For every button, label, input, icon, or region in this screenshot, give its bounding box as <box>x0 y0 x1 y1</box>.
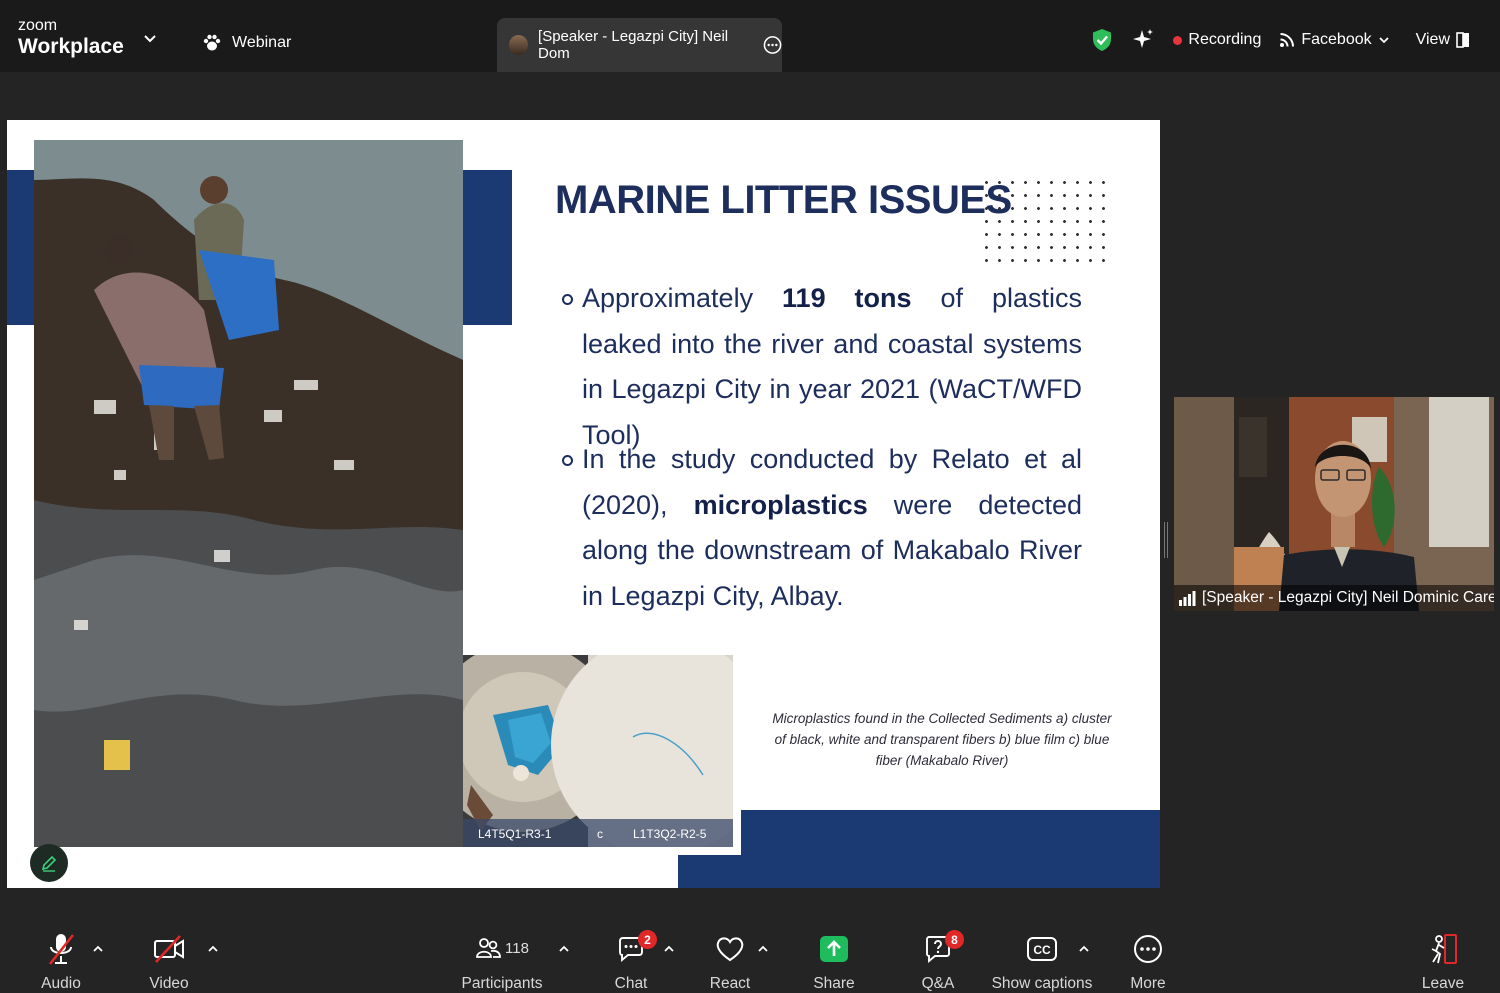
share-button[interactable]: Share <box>813 913 855 993</box>
sparkle-icon[interactable] <box>1131 28 1155 52</box>
video-camera-off-icon <box>154 934 184 963</box>
resize-handle[interactable] <box>1164 522 1168 558</box>
leave-door-icon <box>1431 933 1457 964</box>
svg-text:CC: CC <box>1033 943 1051 957</box>
chat-options-chevron-up-icon[interactable] <box>663 943 675 955</box>
slide-title: MARINE LITTER ISSUES <box>555 178 1012 222</box>
participants-count: 118 <box>505 940 529 957</box>
microphone-muted-icon <box>48 933 75 965</box>
heart-icon <box>716 936 744 961</box>
microplastic-images: L4T5Q1-R3-1 c L1T3Q2-R2-5 <box>463 655 741 855</box>
chat-label: Chat <box>614 975 648 992</box>
recording-dot <box>1173 35 1183 45</box>
more-label: More <box>1130 975 1166 992</box>
react-label: React <box>709 975 751 992</box>
signal-bars-icon <box>1179 591 1196 606</box>
zoom-workplace-logo: zoom Workplace <box>18 17 124 58</box>
shield-check-icon[interactable] <box>1091 28 1113 52</box>
chevron-down-icon <box>1378 37 1389 44</box>
share-label: Share <box>813 975 855 992</box>
more-button[interactable]: More <box>1128 913 1168 993</box>
leave-label: Leave <box>1421 975 1465 992</box>
qa-button[interactable]: 8 Q&A <box>918 913 964 993</box>
annotate-button[interactable] <box>30 844 68 882</box>
recording-label: Recording <box>1188 31 1262 48</box>
navy-band-right <box>463 170 512 325</box>
shared-slide: MARINE LITTER ISSUES Approximately 119 t… <box>7 120 1160 888</box>
chevron-down-icon[interactable] <box>143 32 157 46</box>
dot-grid-decoration <box>980 176 1115 262</box>
image-caption: Microplastics found in the Collected Sed… <box>772 711 1112 768</box>
recording-indicator[interactable]: Recording <box>1173 31 1261 49</box>
bullet-microplastics-text: In the study conducted by Relato et al (… <box>582 444 1082 611</box>
livestream-menu[interactable]: Facebook <box>1279 31 1389 49</box>
more-options-icon <box>1134 934 1162 963</box>
brand-large: Workplace <box>18 35 124 58</box>
webinar-label: Webinar <box>232 34 292 51</box>
closed-captions-icon: CC <box>1027 936 1057 961</box>
participants-options-chevron-up-icon[interactable] <box>558 943 570 955</box>
sample-label-a: L4T5Q1-R3-1 <box>478 827 552 841</box>
video-options-chevron-up-icon[interactable] <box>207 943 219 955</box>
brand-small: zoom <box>18 17 58 34</box>
bullet-marker <box>562 294 573 305</box>
qa-unread-badge: 8 <box>945 930 964 949</box>
sample-label-b: L1T3Q2-R2-5 <box>633 827 707 841</box>
bullet-tons-text: Approximately 119 tons of plastics leake… <box>582 283 1082 450</box>
qa-label: Q&A <box>921 975 955 992</box>
bullet-tons: Approximately 119 tons of plastics leake… <box>562 276 1082 458</box>
active-speaker-tab[interactable]: [Speaker - Legazpi City] Neil Dom <box>497 18 782 72</box>
chat-button[interactable]: 2 Chat <box>611 913 657 993</box>
react-options-chevron-up-icon[interactable] <box>757 943 769 955</box>
navy-band-left <box>7 170 37 325</box>
chat-unread-badge: 2 <box>638 930 657 949</box>
speaker-tab-label: [Speaker - Legazpi City] Neil Dom <box>538 28 729 62</box>
video-label: Video <box>149 975 189 992</box>
participants-icon <box>476 937 501 958</box>
rss-icon <box>1280 33 1295 47</box>
view-label: View <box>1415 31 1450 48</box>
view-menu[interactable]: View <box>1416 31 1470 49</box>
audio-options-chevron-up-icon[interactable] <box>92 943 104 955</box>
meeting-toolbar: Audio Video 118 Participants 2 Chat Reac… <box>0 913 1500 993</box>
speaker-video-tile[interactable]: [Speaker - Legazpi City] Neil Dominic Ca… <box>1174 397 1494 611</box>
captions-label: Show captions <box>991 975 1093 992</box>
speaker-name: [Speaker - Legazpi City] Neil Dominic Ca… <box>1202 589 1494 606</box>
captions-options-chevron-up-icon[interactable] <box>1078 943 1090 955</box>
coastal-litter-photo <box>34 140 463 847</box>
bullet-marker <box>562 455 573 466</box>
paw-icon <box>203 34 221 51</box>
view-layout-icon <box>1456 32 1469 48</box>
react-button[interactable]: React <box>710 913 750 993</box>
leave-button[interactable]: Leave <box>1421 913 1465 993</box>
audio-label: Audio <box>41 975 81 992</box>
pencil-icon <box>41 855 57 872</box>
share-screen-icon <box>820 935 848 962</box>
webinar-indicator: Webinar <box>202 33 291 53</box>
livestream-label: Facebook <box>1301 31 1372 48</box>
sample-label-c: c <box>597 827 603 841</box>
bullet-microplastics: In the study conducted by Relato et al (… <box>562 437 1082 619</box>
speaker-avatar <box>509 35 529 55</box>
speaker-name-label: [Speaker - Legazpi City] Neil Dominic Ca… <box>1174 585 1494 611</box>
top-bar: zoom Workplace Webinar [Speaker - Legazp… <box>0 0 1500 72</box>
more-options-icon[interactable] <box>763 35 782 55</box>
participants-button[interactable]: 118 Participants <box>461 913 543 993</box>
participants-label: Participants <box>461 975 543 992</box>
video-button[interactable]: Video <box>148 913 190 993</box>
show-captions-button[interactable]: CC Show captions <box>992 913 1092 993</box>
audio-button[interactable]: Audio <box>40 913 82 993</box>
navy-band-bottom <box>678 810 1160 888</box>
